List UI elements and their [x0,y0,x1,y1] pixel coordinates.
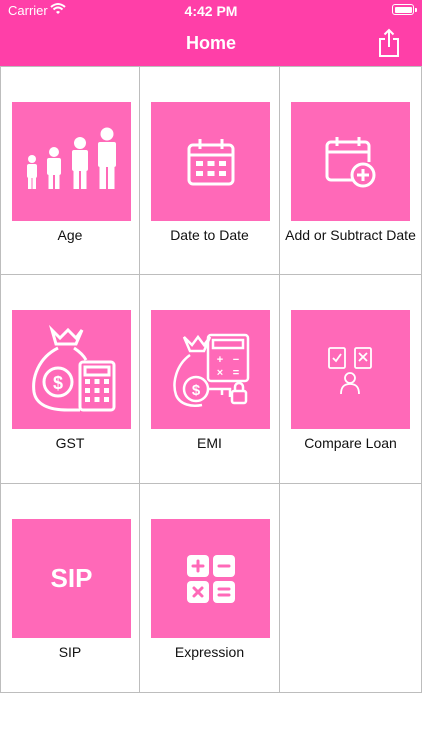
tile-add-subtract-date [291,102,410,221]
grid-item-compare-loan[interactable]: Compare Loan [280,275,422,484]
grid-item-label: Expression [174,644,245,660]
svg-text:+: + [216,354,222,366]
math-operators-icon [186,554,235,603]
page-title: Home [185,33,236,53]
grid-item-sip[interactable]: SIP SIP [0,484,140,693]
grid-item-label: Add or Subtract Date [285,227,416,243]
grid-item-add-subtract-date[interactable]: Add or Subtract Date [280,66,422,275]
calendar-icon [187,138,234,185]
grid-item-date-to-date[interactable]: Date to Date [140,66,280,275]
grid-item-label: Date to Date [170,227,249,243]
calendar-add-icon [325,136,375,187]
clock: 4:42 PM [184,3,238,19]
share-icon[interactable] [376,28,402,58]
grid-item-emi[interactable]: + − × = $ EMI [140,275,280,484]
grid-item-label: EMI [197,435,222,451]
svg-text:$: $ [52,373,62,393]
navigation-bar: Carrier 4:42 PM Home [0,0,422,66]
grid-item-label: SIP [58,644,82,660]
sip-icon: SIP [50,563,93,593]
grid-item-age[interactable]: Age [0,66,140,275]
money-bag-calculator-icon: $ [31,324,115,411]
status-bar: Carrier 4:42 PM [0,0,422,22]
grid-item-expression[interactable]: Expression [140,484,280,693]
compare-documents-icon [327,346,372,394]
grid-item-gst[interactable]: $ GST [0,275,140,484]
loan-calculator-icon: + − × = $ [172,333,249,407]
family-icon [26,127,116,189]
svg-text:−: − [232,354,238,366]
tile-expression [151,519,270,638]
tile-age [12,102,131,221]
tile-gst: $ [12,310,131,429]
svg-text:=: = [232,367,238,379]
grid-item-label: Compare Loan [304,435,397,451]
tile-sip: SIP [12,519,131,638]
grid-item-empty [280,484,422,693]
svg-text:$: $ [191,382,200,399]
tile-emi: + − × = $ [151,310,270,429]
tile-compare-loan [291,310,410,429]
battery-icon [392,4,417,15]
svg-text:×: × [216,367,222,379]
tile-date-to-date [151,102,270,221]
grid-item-label: GST [55,435,85,451]
grid-item-label: Age [57,227,83,243]
